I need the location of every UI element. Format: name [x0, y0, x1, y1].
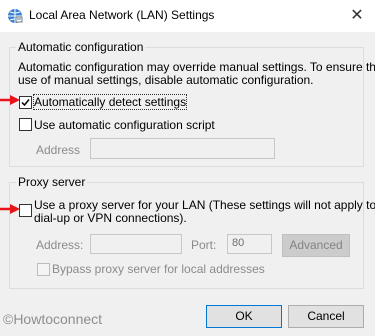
- use-automatic-configuration-script-checkbox[interactable]: [19, 118, 32, 131]
- proxy-address-label: Address:: [36, 238, 84, 252]
- use-proxy-server-label-line1[interactable]: Use a proxy server for your LAN (These s…: [34, 198, 375, 212]
- howtoconnect-watermark: ©Howtoconnect: [3, 311, 103, 327]
- window-title: Local Area Network (LAN) Settings: [29, 8, 215, 22]
- proxy-address-input[interactable]: [90, 234, 182, 254]
- close-button[interactable]: ✕: [344, 3, 370, 29]
- advanced-button[interactable]: Advanced: [282, 234, 350, 257]
- proxy-server-legend: Proxy server: [16, 175, 88, 189]
- use-automatic-configuration-script-label[interactable]: Use automatic configuration script: [34, 118, 215, 132]
- use-proxy-server-label-line2[interactable]: dial-up or VPN connections).: [34, 211, 187, 225]
- ok-button[interactable]: OK: [206, 305, 282, 328]
- automatically-detect-settings-label[interactable]: Automatically detect settings: [32, 94, 188, 110]
- internet-options-icon: [8, 9, 23, 23]
- auto-config-address-label: Address: [36, 143, 81, 157]
- bypass-proxy-local-checkbox[interactable]: [37, 263, 50, 276]
- checkmark-icon: [21, 99, 30, 107]
- auto-config-description-line1: Automatic configuration may override man…: [18, 60, 375, 74]
- auto-config-address-input[interactable]: [90, 138, 275, 159]
- auto-config-description-line2: use of manual settings, disable automati…: [18, 73, 314, 87]
- cancel-button[interactable]: Cancel: [288, 305, 364, 328]
- red-arrow-icon: [0, 95, 20, 105]
- use-proxy-server-checkbox[interactable]: [19, 204, 32, 217]
- proxy-port-input[interactable]: 80: [227, 234, 272, 254]
- title-bar: Local Area Network (LAN) Settings ✕: [0, 0, 375, 32]
- lan-settings-dialog: Local Area Network (LAN) Settings ✕ Auto…: [0, 0, 375, 336]
- red-arrow-icon: [0, 204, 20, 214]
- proxy-port-label: Port:: [191, 238, 217, 252]
- bypass-proxy-local-label[interactable]: Bypass proxy server for local addresses: [52, 262, 265, 276]
- automatic-configuration-legend: Automatic configuration: [16, 40, 146, 54]
- automatically-detect-settings-checkbox[interactable]: [19, 96, 32, 109]
